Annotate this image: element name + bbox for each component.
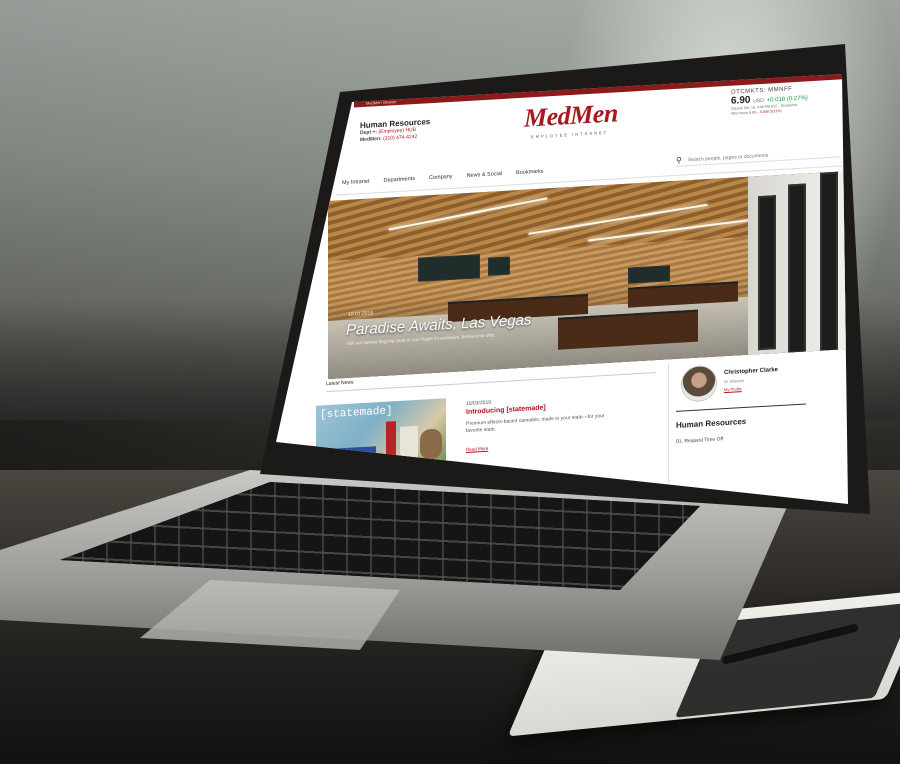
news-image-tag: [statemade] <box>320 405 393 422</box>
stock-widget: OTCMKTS: MMNFF 6.90 USD +0.018 (0.27%) C… <box>731 83 841 115</box>
nav-item-bookmarks[interactable]: Bookmarks <box>516 169 544 177</box>
hero-banner[interactable]: 10.01.2018 Paradise Awaits, Las Vegas Vi… <box>328 171 848 380</box>
stock-afterhours-label: After hours 6.89 – <box>731 109 759 116</box>
profile-name: Christopher Clarke <box>724 367 779 377</box>
nav-item-news-social[interactable]: News & Social <box>467 171 502 179</box>
hr-panel-title: Human Resources <box>676 416 747 430</box>
contact-block: Human Resources Dept +: (Employee) HUB M… <box>360 117 430 144</box>
news-read-more-link[interactable]: Read More <box>466 446 488 452</box>
hero-date: 10.01.2018 <box>348 310 374 318</box>
intranet-page: MedMen Intranet Human Resources Dept +: … <box>276 74 848 504</box>
hero-window <box>788 183 806 354</box>
search-input[interactable] <box>688 146 838 166</box>
hero-window <box>820 171 838 355</box>
news-date: 10/03/2019 <box>466 399 492 408</box>
nav-item-departments[interactable]: Departments <box>384 176 416 184</box>
contact-dept-label: Dept +: <box>360 129 378 137</box>
search-icon[interactable]: ⚲ <box>676 156 682 165</box>
product-jar <box>400 425 418 461</box>
search-bar[interactable]: ⚲ <box>676 146 841 167</box>
avatar[interactable] <box>681 364 717 403</box>
hr-panel-item[interactable]: 01. Request Time Off <box>676 436 723 445</box>
stock-currency: USD <box>753 97 764 105</box>
news-description: Premium effects-based cannabis, made in … <box>466 413 605 435</box>
product-bag <box>420 428 442 460</box>
hero-store-display <box>418 254 480 282</box>
medmen-logo[interactable]: MedMen <box>524 98 618 133</box>
stock-afterhours-change: 0.008 (0.11%) <box>759 108 782 114</box>
hero-store-display <box>488 256 510 276</box>
profile-role: Sr. Director <box>724 378 745 385</box>
latest-news-heading: Latest News <box>326 379 354 388</box>
nav-item-my-intranet[interactable]: My Intranet <box>342 179 370 187</box>
nav-item-company[interactable]: Company <box>429 174 453 181</box>
profile-link[interactable]: My Profile <box>724 386 742 392</box>
contact-phone-link[interactable]: (310) 474-4242 <box>383 134 417 142</box>
contact-phone-label: MedMen: <box>360 135 382 144</box>
hero-store-display <box>628 265 670 284</box>
hero-window <box>758 195 776 351</box>
column-divider <box>668 363 669 484</box>
stock-change: +0.018 (0.27%) <box>766 95 808 104</box>
hr-panel-divider <box>676 403 806 412</box>
